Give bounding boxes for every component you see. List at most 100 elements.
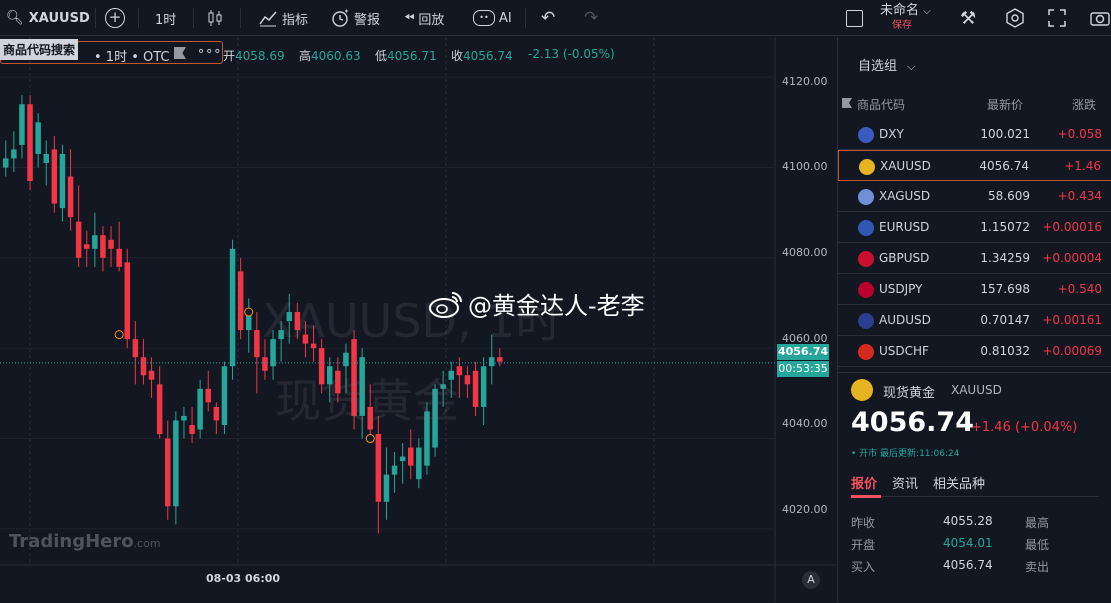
event-marker-icon[interactable] [244,307,254,317]
top-toolbar: 🔍︎ XAUUSD + 1时 指标 警报 ⏪︎ 回放 •• AI ↶ ↷ 未命名… [0,0,1111,36]
candle-body[interactable] [100,235,106,258]
candle-body[interactable] [383,474,390,502]
candle-body[interactable] [262,357,268,371]
candle-body[interactable] [11,149,17,159]
candle-body[interactable] [43,153,50,163]
candle-body[interactable] [116,248,122,267]
candle-body[interactable] [480,366,487,407]
candle-body[interactable] [464,375,471,385]
legend-meta: • 1时 • OTC [94,50,170,65]
watchlist-price: 100.021 [980,127,1030,141]
candle-body[interactable] [27,104,33,182]
camera-button[interactable] [1090,0,1110,36]
alert-button[interactable]: 警报 [330,0,380,36]
redo-button[interactable]: ↷ [584,0,598,36]
save-label: 保存 [892,19,912,31]
row-ask-label: 卖出 [1025,560,1050,574]
event-marker-icon[interactable] [365,434,375,444]
add-symbol-button[interactable]: + [105,0,125,36]
candle-body[interactable] [213,406,220,421]
ohlc-open: 开4058.69 [223,49,285,63]
fullscreen-button[interactable] [1048,0,1066,36]
candle-body[interactable] [229,248,236,367]
chart-type-button[interactable] [206,0,224,36]
detail-gold-icon [851,379,873,401]
quick-search-button[interactable]: ⚒︎ [960,0,976,36]
candle-body[interactable] [75,221,82,258]
watchlist-row[interactable]: USDJPY 157.698 +0.540 [838,274,1111,305]
candle-body[interactable] [84,244,90,249]
candle-body[interactable] [140,357,147,376]
candle-body[interactable] [416,447,422,480]
replay-button[interactable]: ⏪︎ 回放 [404,0,444,36]
watchlist-change: +0.00069 [1042,344,1102,358]
indicators-button[interactable]: 指标 [258,0,308,36]
watchlist-row[interactable]: DXY 100.021 +0.058 [838,119,1111,150]
watchlist-price: 1.15072 [980,220,1030,234]
magic-search-icon: ⚒︎ [960,7,977,29]
watchlist-price: 4056.74 [979,159,1029,173]
candle-body[interactable] [165,438,171,507]
candle-body[interactable] [197,388,203,430]
toolbar-divider [193,8,194,28]
watchlist-selector[interactable]: 自选组 ⌵ [858,55,916,74]
candle-body[interactable] [254,330,260,358]
candle-body[interactable] [489,357,495,367]
candle-body[interactable] [67,176,74,218]
ai-button[interactable]: •• AI [473,0,512,36]
symbol-search-button[interactable]: 🔍︎ XAUUSD [6,0,90,36]
y-axis-label: 4120.00 [782,75,828,88]
candle-body[interactable] [132,339,139,358]
candle-body[interactable] [156,384,163,434]
watchlist-row[interactable]: AUDUSD 0.70147 +0.00161 [838,305,1111,336]
candle-body[interactable] [375,434,382,502]
candle-body[interactable] [408,447,414,466]
indicators-icon [259,11,277,27]
candle-body[interactable] [472,370,479,407]
row-bid-value: 4056.74 [943,558,993,572]
watchlist-row[interactable]: USDCHF 0.81032 +0.00069 [838,336,1111,367]
settings-button[interactable] [1005,0,1025,36]
undo-button[interactable]: ↶ [541,0,555,36]
candle-body[interactable] [205,388,212,403]
candle-body[interactable] [221,366,228,425]
watchlist-row[interactable]: GBPUSD 1.34259 +0.00004 [838,243,1111,274]
tab-quote[interactable]: 报价 [851,477,877,492]
auto-scale-button[interactable]: A [802,571,820,589]
more-options-icon[interactable]: ∘∘∘ [197,44,221,59]
candle-body[interactable] [92,235,98,249]
col-change[interactable]: 涨跌 [1072,96,1096,113]
interval-label: 1时 [155,12,177,28]
tab-related[interactable]: 相关品种 [933,477,985,492]
candle-body[interactable] [391,465,398,475]
candle-body[interactable] [148,370,155,380]
chart-pane[interactable]: XAUUSD, 1时 现货黄金 商品代码搜索 • 1时 • OTC ∘∘∘ [0,37,836,602]
candle-body[interactable] [59,153,66,209]
col-symbol[interactable]: 商品代码 [857,96,905,113]
candle-body[interactable] [173,420,179,507]
watchlist-row[interactable]: EURUSD 1.15072 +0.00016 [838,212,1111,243]
candle-body[interactable] [237,271,244,331]
candle-body[interactable] [497,357,503,362]
symbol-flag-icon [858,127,874,143]
layout-name-button[interactable]: 未命名 ⌵ 保存 [880,0,931,36]
watchlist-price: 58.609 [988,189,1030,203]
watchlist-symbol: USDCHF [879,344,929,358]
candle-body[interactable] [399,456,406,462]
candle-body[interactable] [189,424,195,434]
candle-body[interactable] [19,104,25,145]
candle-body[interactable] [181,415,187,421]
y-axis-label: 4020.00 [782,503,828,516]
candle-body[interactable] [124,262,131,340]
candle-body[interactable] [51,149,58,204]
layout-checkbox[interactable] [846,0,863,36]
interval-button[interactable]: 1时 [155,0,176,36]
col-price[interactable]: 最新价 [987,96,1023,113]
tab-news[interactable]: 资讯 [892,477,918,492]
watchlist-row[interactable]: XAGUSD 58.609 +0.434 [838,181,1111,212]
candle-body[interactable] [3,158,9,168]
event-marker-icon[interactable] [114,330,124,340]
candle-body[interactable] [35,122,41,154]
watchlist-row[interactable]: XAUUSD 4056.74 +1.46 [838,150,1111,181]
candle-body[interactable] [108,239,114,249]
